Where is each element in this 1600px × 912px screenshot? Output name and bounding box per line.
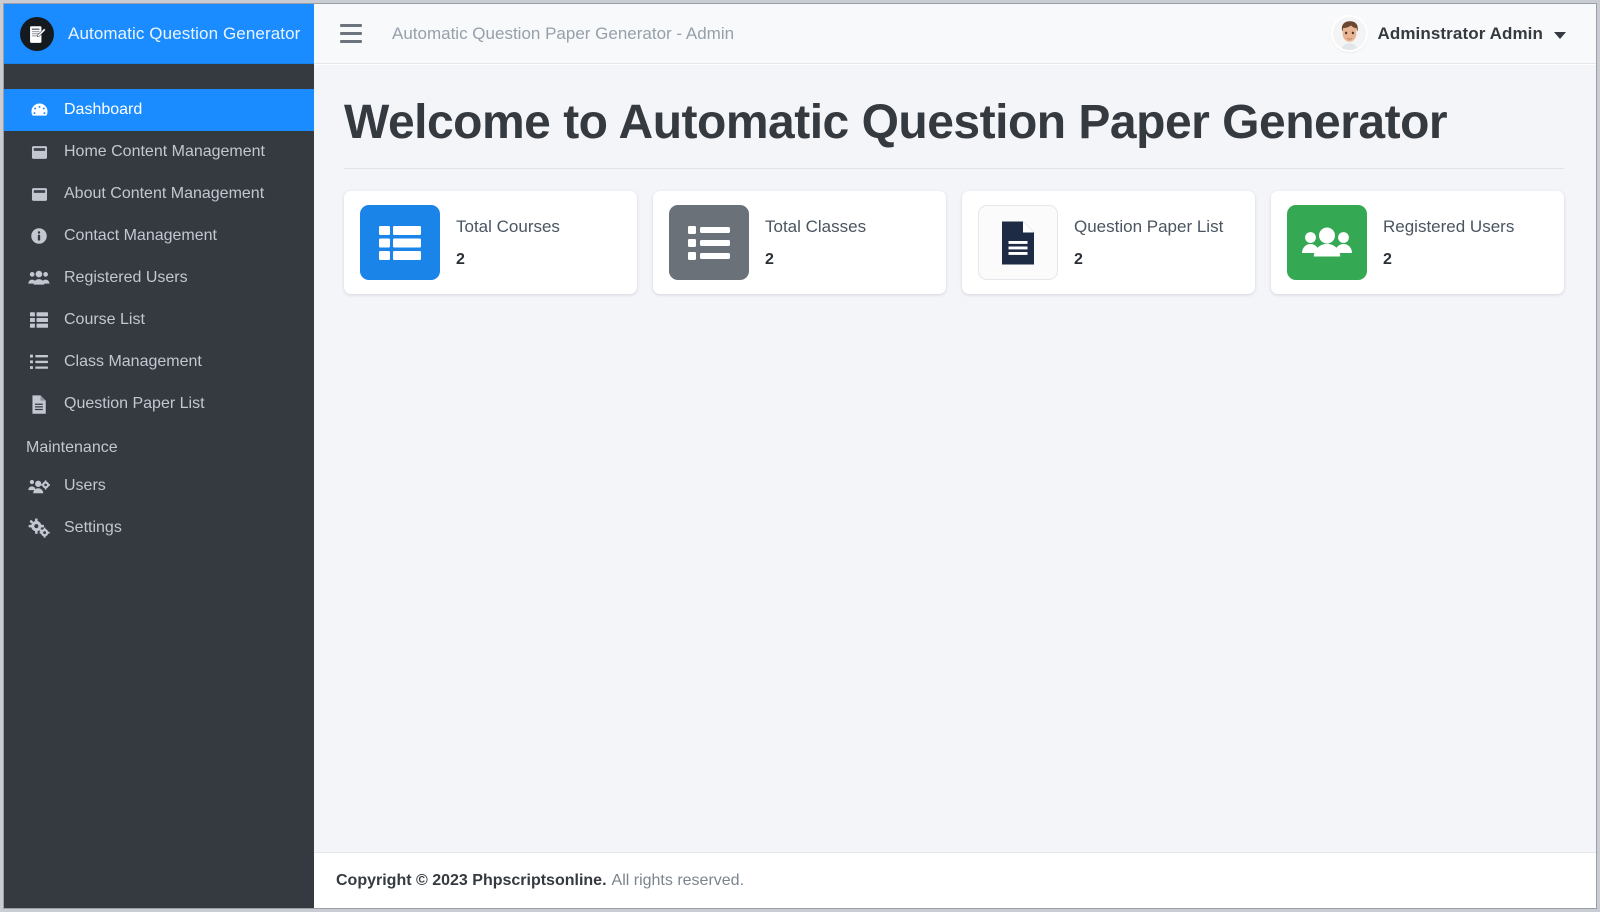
sidebar-item-label: Registered Users <box>64 269 188 286</box>
sidebar-item-label: Users <box>64 477 106 494</box>
sidebar-item-label: Settings <box>64 519 122 536</box>
hamburger-icon[interactable] <box>340 21 366 47</box>
app-window: Automatic Question Generator Dashboard H… <box>3 3 1597 909</box>
brand-title: Automatic Question Generator <box>68 24 301 43</box>
topbar-title: Automatic Question Paper Generator - Adm… <box>392 23 735 43</box>
footer-rights: All rights reserved. <box>611 871 745 889</box>
sidebar-item-registered-users[interactable]: Registered Users <box>4 257 314 299</box>
users-icon <box>26 267 52 289</box>
avatar <box>1333 17 1367 50</box>
info-circle-icon <box>26 225 52 247</box>
sidebar-item-users[interactable]: Users <box>4 465 314 507</box>
main-area: Automatic Question Paper Generator - Adm… <box>314 4 1596 908</box>
stat-card-value: 2 <box>765 250 774 268</box>
brand-header[interactable]: Automatic Question Generator <box>4 4 314 64</box>
stat-card-question-paper-list[interactable]: Question Paper List 2 <box>962 191 1255 295</box>
title-divider <box>344 168 1564 170</box>
sidebar-nav: Dashboard Home Content Management About … <box>4 89 314 549</box>
sidebar-item-home-content-management[interactable]: Home Content Management <box>4 131 314 173</box>
stat-card-label: Total Classes <box>765 216 867 236</box>
stat-card-text: Question Paper List 2 <box>1074 217 1223 269</box>
page-title: Welcome to Automatic Question Paper Gene… <box>344 96 1448 149</box>
sidebar-item-dashboard[interactable]: Dashboard <box>4 89 314 131</box>
sidebar-item-course-list[interactable]: Course List <box>4 299 314 341</box>
hamburger-bar <box>340 24 362 27</box>
stat-card-registered-users[interactable]: Registered Users 2 <box>1271 191 1564 295</box>
sidebar-item-class-management[interactable]: Class Management <box>4 341 314 383</box>
stat-card-value: 2 <box>456 250 465 268</box>
list-ul-icon <box>669 205 749 281</box>
users-cog-icon <box>26 475 52 497</box>
tachometer-icon <box>26 99 52 121</box>
users-icon <box>1287 205 1367 281</box>
cogs-icon <box>26 517 52 539</box>
sidebar-item-question-paper-list[interactable]: Question Paper List <box>4 383 314 425</box>
document-pencil-icon <box>20 17 54 51</box>
user-name: Adminstrator Admin <box>1377 23 1543 43</box>
file-lines-icon <box>978 205 1058 281</box>
sidebar-item-label: Course List <box>64 311 145 328</box>
th-list-icon <box>360 205 440 281</box>
stat-card-value: 2 <box>1383 250 1392 268</box>
stat-card-label: Registered Users <box>1383 216 1515 236</box>
hamburger-bar <box>340 32 362 35</box>
window-maximize-icon <box>26 183 52 205</box>
sidebar-item-label: Contact Management <box>64 227 217 244</box>
stat-card-total-classes[interactable]: Total Classes 2 <box>653 191 946 295</box>
dashboard-content: Welcome to Automatic Question Paper Gene… <box>314 65 1596 852</box>
sidebar-item-contact-management[interactable]: Contact Management <box>4 215 314 257</box>
sidebar-item-label: Class Management <box>64 353 202 370</box>
topbar: Automatic Question Paper Generator - Adm… <box>314 4 1596 64</box>
footer-copyright: Copyright © 2023 Phpscriptsonline. <box>336 871 607 889</box>
sidebar-item-label: Question Paper List <box>64 395 205 412</box>
list-ul-icon <box>26 351 52 373</box>
sidebar-item-settings[interactable]: Settings <box>4 507 314 549</box>
sidebar: Automatic Question Generator Dashboard H… <box>4 4 314 908</box>
window-maximize-icon <box>26 141 52 163</box>
footer: Copyright © 2023 Phpscriptsonline. All r… <box>314 852 1596 908</box>
user-menu[interactable]: Adminstrator Admin <box>1333 17 1574 50</box>
sidebar-section-maintenance: Maintenance <box>26 439 118 456</box>
content-wrap: Welcome to Automatic Question Paper Gene… <box>314 64 1596 908</box>
stat-card-value: 2 <box>1074 250 1083 268</box>
stat-card-total-courses[interactable]: Total Courses 2 <box>344 191 637 295</box>
sidebar-item-label: About Content Management <box>64 185 265 202</box>
hamburger-bar <box>340 40 362 43</box>
sidebar-item-label: Home Content Management <box>64 143 265 160</box>
file-lines-icon <box>26 393 52 415</box>
sidebar-item-about-content-management[interactable]: About Content Management <box>4 173 314 215</box>
stat-card-text: Total Classes 2 <box>765 217 866 269</box>
sidebar-item-label: Dashboard <box>64 101 143 118</box>
th-list-icon <box>26 309 52 331</box>
sidebar-spacer <box>4 64 314 89</box>
stat-card-label: Total Courses <box>456 216 560 236</box>
stat-cards: Total Courses 2 Total Classes 2 Question… <box>336 191 1566 295</box>
stat-card-text: Total Courses 2 <box>456 217 560 269</box>
stat-card-label: Question Paper List <box>1074 216 1224 236</box>
chevron-down-icon[interactable] <box>1554 31 1566 39</box>
stat-card-text: Registered Users 2 <box>1383 217 1514 269</box>
